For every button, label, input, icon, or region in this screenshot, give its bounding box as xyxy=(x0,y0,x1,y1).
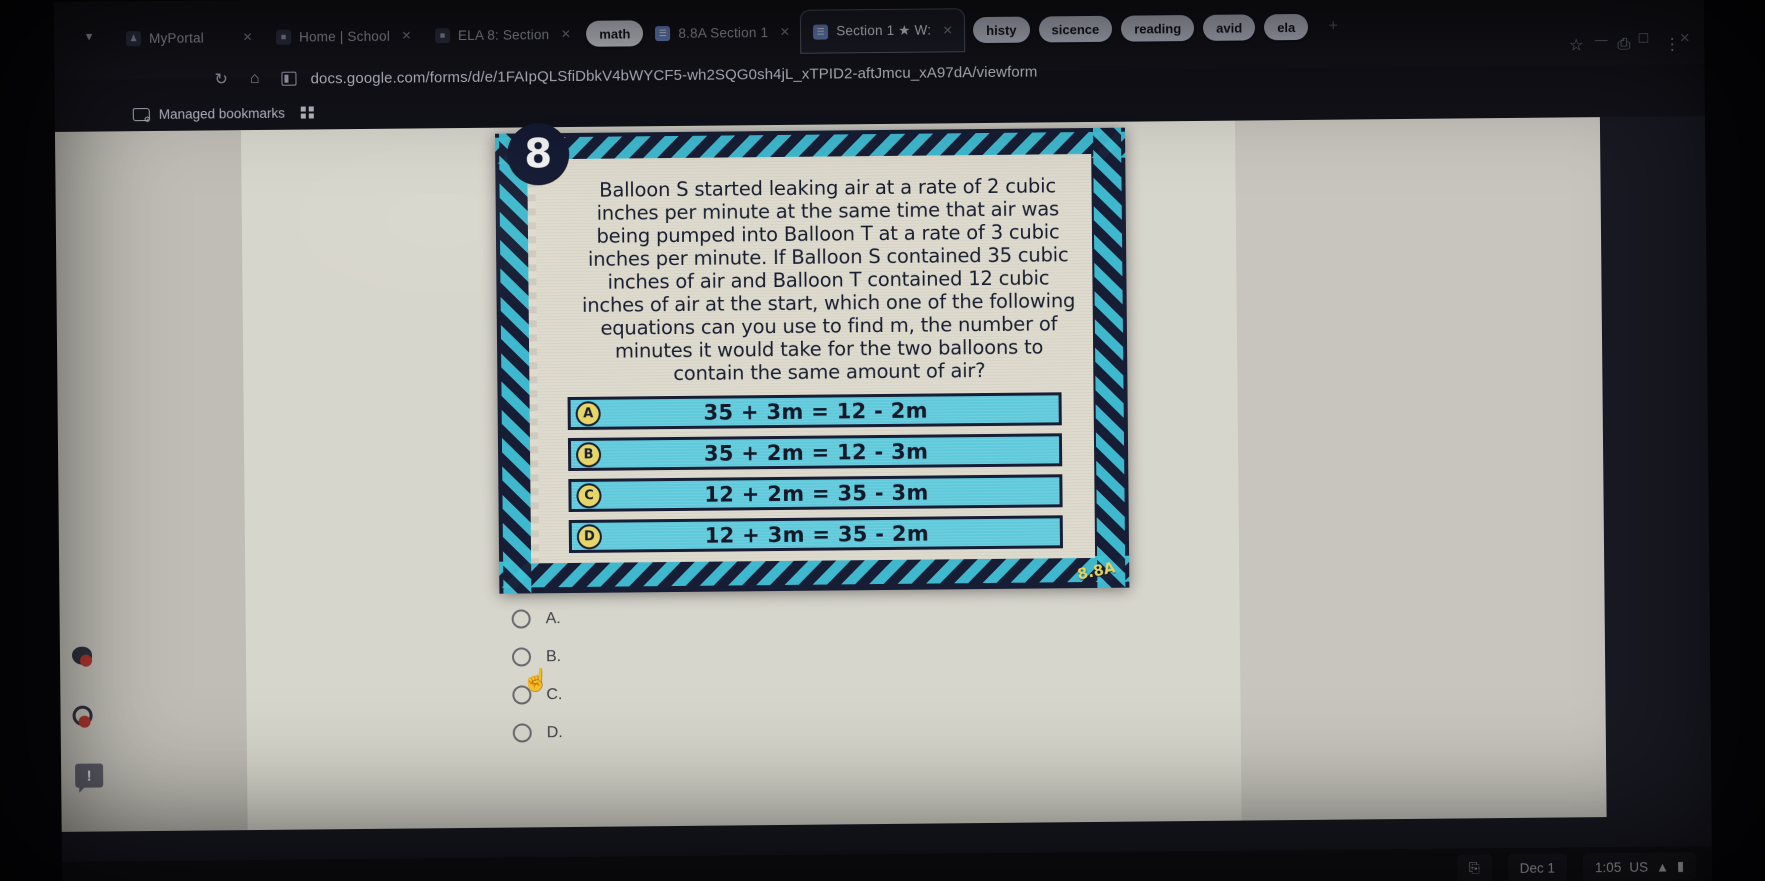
reload-icon[interactable]: ↻ xyxy=(214,69,228,89)
choice-letter-bubble: C xyxy=(576,482,602,508)
close-icon[interactable]: ✕ xyxy=(398,27,415,44)
radio-option-a[interactable]: A. xyxy=(511,609,562,629)
os-shelf: ⎘ Dec 1 1:05 US ▲ ▮ xyxy=(61,846,1713,881)
extension-ring-icon[interactable] xyxy=(72,699,104,731)
screen-capture-icon[interactable]: ⎘ xyxy=(1456,854,1492,881)
google-form-surface: Balloon S started leaking air at a rate … xyxy=(54,117,1607,832)
shelf-status-tray[interactable]: 1:05 US ▲ ▮ xyxy=(1582,852,1697,881)
tab-title: 8.8A Section 1 xyxy=(678,24,769,41)
radio-button[interactable] xyxy=(512,723,532,743)
question-inner-panel: Balloon S started leaking air at a rate … xyxy=(529,153,1096,564)
extension-rail: ! xyxy=(71,639,134,820)
radio-button[interactable] xyxy=(512,685,532,705)
site-info-icon[interactable] xyxy=(281,71,297,86)
wifi-icon: ▲ xyxy=(1655,858,1670,875)
radio-label: C. xyxy=(546,685,563,703)
radio-button[interactable] xyxy=(511,647,532,667)
kebab-menu-icon[interactable]: ⋮ xyxy=(1664,34,1680,54)
browser-tab-88a-section1[interactable]: ☰ 8.8A Section 1 ✕ xyxy=(643,11,801,55)
browser-tab-myportal[interactable]: ♟ MyPortal ✕ xyxy=(114,16,264,59)
radio-option-c[interactable]: C. xyxy=(512,685,563,705)
puzzle-icon[interactable]: ⎙ xyxy=(1617,36,1630,54)
tab-title: Section 1 ★ W: xyxy=(836,22,932,39)
chevron-down-icon[interactable]: ▾ xyxy=(72,19,106,53)
battery-icon: ▮ xyxy=(1676,858,1685,874)
close-icon[interactable]: ✕ xyxy=(939,22,956,39)
shelf-time: 1:05 xyxy=(1594,859,1622,875)
radio-option-d[interactable]: D. xyxy=(512,723,563,743)
radio-label: A. xyxy=(545,609,561,627)
bookmark-managed-bookmarks[interactable]: Managed bookmarks xyxy=(132,105,285,122)
radio-label: B. xyxy=(545,647,562,665)
chromebook-screen: ▾ ♟ MyPortal ✕ ■ Home | School ✕ ■ ELA 8… xyxy=(53,0,1713,881)
choice-b: B 35 + 2m = 12 - 3m xyxy=(567,433,1063,472)
pinned-tab-avid[interactable]: avid xyxy=(1203,14,1256,41)
forms-icon: ☰ xyxy=(813,24,829,40)
choice-equation: 12 + 3m = 35 - 2m xyxy=(704,521,930,548)
question-number: 8 xyxy=(506,123,570,186)
radio-label: D. xyxy=(546,723,563,741)
zigzag-border-left xyxy=(499,133,532,594)
pinned-tab-histy[interactable]: histy xyxy=(973,16,1030,44)
browser-tab-section1-active[interactable]: ☰ Section 1 ★ W: ✕ xyxy=(801,9,965,53)
choice-letter-bubble: A xyxy=(575,400,601,426)
browser-tab-ela8[interactable]: ■ ELA 8: Section ✕ xyxy=(423,13,583,57)
choice-letter-bubble: B xyxy=(575,441,602,467)
new-tab-button[interactable]: + xyxy=(1318,12,1348,42)
star-icon[interactable]: ☆ xyxy=(1569,35,1584,55)
tab-title: ELA 8: Section xyxy=(457,26,550,43)
portal-icon: ♟ xyxy=(125,30,142,46)
tab-title: MyPortal xyxy=(148,30,205,46)
radio-button[interactable] xyxy=(511,609,531,629)
bookmark-label: Managed bookmarks xyxy=(158,105,285,122)
pinned-tab-reading[interactable]: reading xyxy=(1121,14,1195,42)
shelf-date[interactable]: Dec 1 xyxy=(1507,853,1568,881)
extension-blob-icon[interactable] xyxy=(71,639,104,671)
forms-icon: ☰ xyxy=(655,25,671,41)
keyboard-layout: US xyxy=(1629,859,1649,875)
zigzag-border-right xyxy=(1092,127,1126,588)
url-text: docs.google.com/forms/d/e/1FAIpQLSfiDbkV… xyxy=(310,63,1038,87)
choice-list: A 35 + 3m = 12 - 2m B 35 + 2m = 12 - 3m … xyxy=(567,392,1064,554)
pinned-tab-math[interactable]: math xyxy=(586,20,644,47)
radio-option-b[interactable]: B. xyxy=(511,647,562,667)
pinned-tab-sicence[interactable]: sicence xyxy=(1038,15,1113,43)
omnibox-actions: ☆ ⎙ ⋮ xyxy=(1569,34,1680,55)
classroom-icon: ■ xyxy=(434,27,451,43)
choice-d: D 12 + 3m = 35 - 2m xyxy=(568,515,1064,554)
choice-letter-bubble: D xyxy=(576,523,602,549)
answer-radio-group: A. B. C. D. xyxy=(511,609,563,743)
choice-c: C 12 + 2m = 35 - 3m xyxy=(568,474,1063,513)
choice-equation: 35 + 2m = 12 - 3m xyxy=(703,439,929,466)
page-viewport: Balloon S started leaking air at a rate … xyxy=(54,116,1713,881)
choice-equation: 12 + 2m = 35 - 3m xyxy=(704,480,929,507)
photo-of-screen: ▾ ♟ MyPortal ✕ ■ Home | School ✕ ■ ELA 8… xyxy=(0,0,1765,881)
question-image-card: Balloon S started leaking air at a rate … xyxy=(495,123,1130,594)
close-icon[interactable]: ✕ xyxy=(239,28,256,45)
tab-title: Home | School xyxy=(298,28,391,45)
choice-equation: 35 + 3m = 12 - 2m xyxy=(703,398,928,425)
question-prompt: Balloon S started leaking air at a rate … xyxy=(581,174,1076,386)
pinned-tab-ela[interactable]: ela xyxy=(1264,13,1309,41)
home-icon[interactable]: ⌂ xyxy=(250,70,260,88)
school-icon: ■ xyxy=(275,29,292,45)
form-side-panel xyxy=(1234,117,1607,821)
close-icon[interactable]: ✕ xyxy=(557,25,574,42)
choice-a: A 35 + 3m = 12 - 2m xyxy=(567,392,1062,431)
browser-tab-home-school[interactable]: ■ Home | School ✕ xyxy=(264,14,423,58)
notification-warning-icon[interactable]: ! xyxy=(73,759,105,791)
folder-icon xyxy=(132,107,150,121)
close-icon[interactable]: ✕ xyxy=(776,23,793,40)
apps-grid-icon[interactable] xyxy=(300,106,314,119)
